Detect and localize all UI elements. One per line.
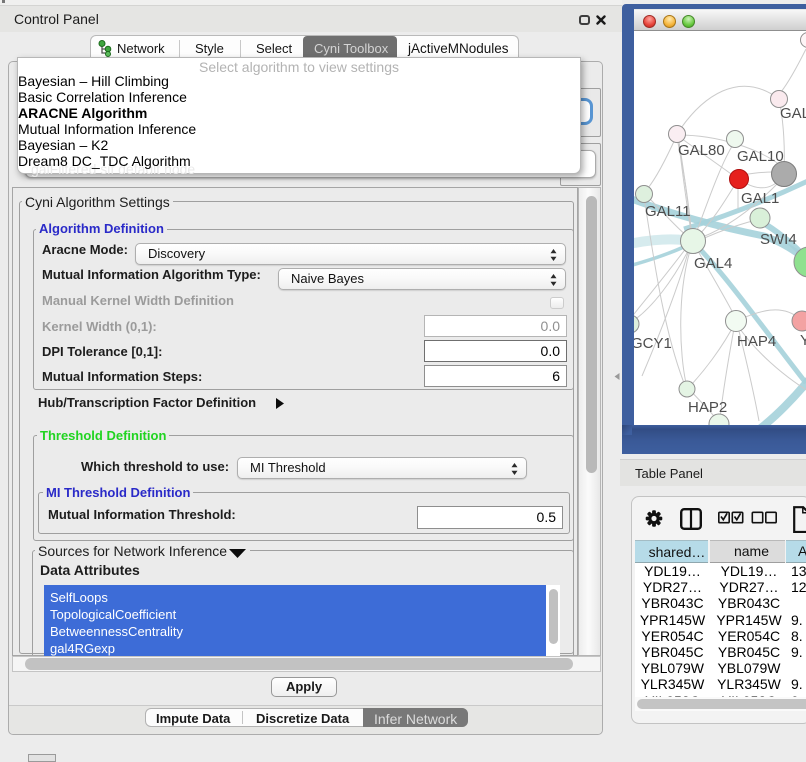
svg-text:GAL11: GAL11 xyxy=(645,203,691,220)
svg-text:HAP2: HAP2 xyxy=(688,399,727,416)
svg-text:HAP4: HAP4 xyxy=(737,333,776,350)
svg-text:GAL1: GAL1 xyxy=(741,190,779,207)
svg-text:GAL: GAL xyxy=(780,105,806,122)
svg-text:GAL4: GAL4 xyxy=(694,255,732,272)
svg-text:GCY1: GCY1 xyxy=(634,335,672,352)
svg-text:GAL10: GAL10 xyxy=(737,148,784,165)
svg-text:GAL80: GAL80 xyxy=(678,142,725,159)
svg-text:SWI4: SWI4 xyxy=(760,231,797,248)
svg-text:Y: Y xyxy=(800,332,806,349)
